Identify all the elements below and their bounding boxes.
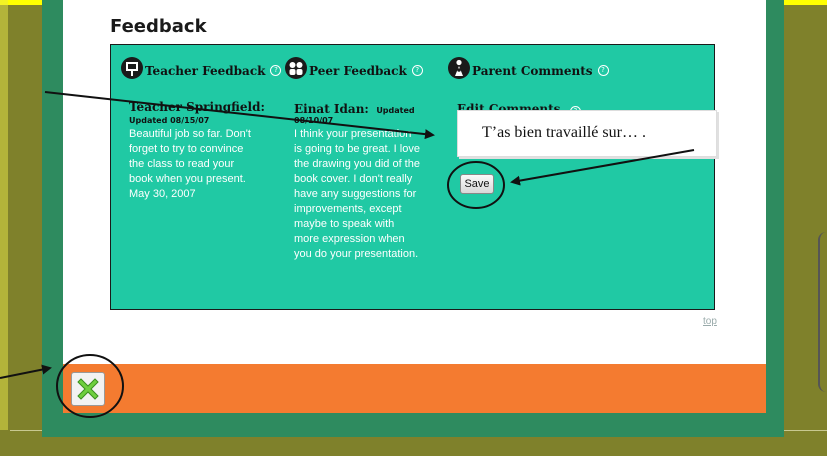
peer-feedback-label: Peer Feedback (309, 64, 407, 78)
teacher-updated: Updated 08/15/07 (129, 116, 210, 125)
parent-child-icon (448, 57, 470, 79)
page-title: Feedback (110, 16, 207, 37)
top-link[interactable]: top (703, 316, 717, 327)
parent-comments-header: Parent Comments ? (448, 57, 609, 79)
save-button[interactable]: Save (460, 174, 494, 194)
help-icon[interactable]: ? (597, 65, 609, 76)
close-button[interactable] (71, 372, 105, 406)
help-icon[interactable]: ? (411, 65, 423, 76)
feedback-box: Teacher Feedback ? Teacher Springfield: … (110, 44, 715, 310)
peer-feedback-text: I think your presentation is going to be… (294, 128, 420, 260)
teacher-feedback-text: Beautiful job so far. Don't forget to tr… (129, 128, 251, 200)
comment-text: T’as bien travaillé sur… . (482, 124, 646, 141)
two-people-icon (285, 57, 307, 79)
right-frame (766, 0, 784, 413)
parent-comments-label: Parent Comments (472, 64, 593, 78)
peer-feedback-header: Peer Feedback ? (285, 57, 423, 79)
teacher-feedback-header: Teacher Feedback ? (121, 57, 282, 79)
peer-author: Einat Idan: (294, 102, 369, 116)
green-x-icon (77, 378, 99, 400)
scroll-edge (818, 232, 827, 392)
teacher-feedback-label: Teacher Feedback (145, 64, 266, 78)
teacher-author: Teacher Springfield: (129, 100, 265, 114)
whiteboard-icon (121, 57, 143, 79)
peer-updated: 08/10/07 (294, 116, 334, 125)
peer-updated-label: Updated (376, 106, 415, 115)
footer-bar (63, 364, 766, 413)
help-icon[interactable]: ? (270, 65, 282, 76)
left-border (0, 0, 8, 430)
